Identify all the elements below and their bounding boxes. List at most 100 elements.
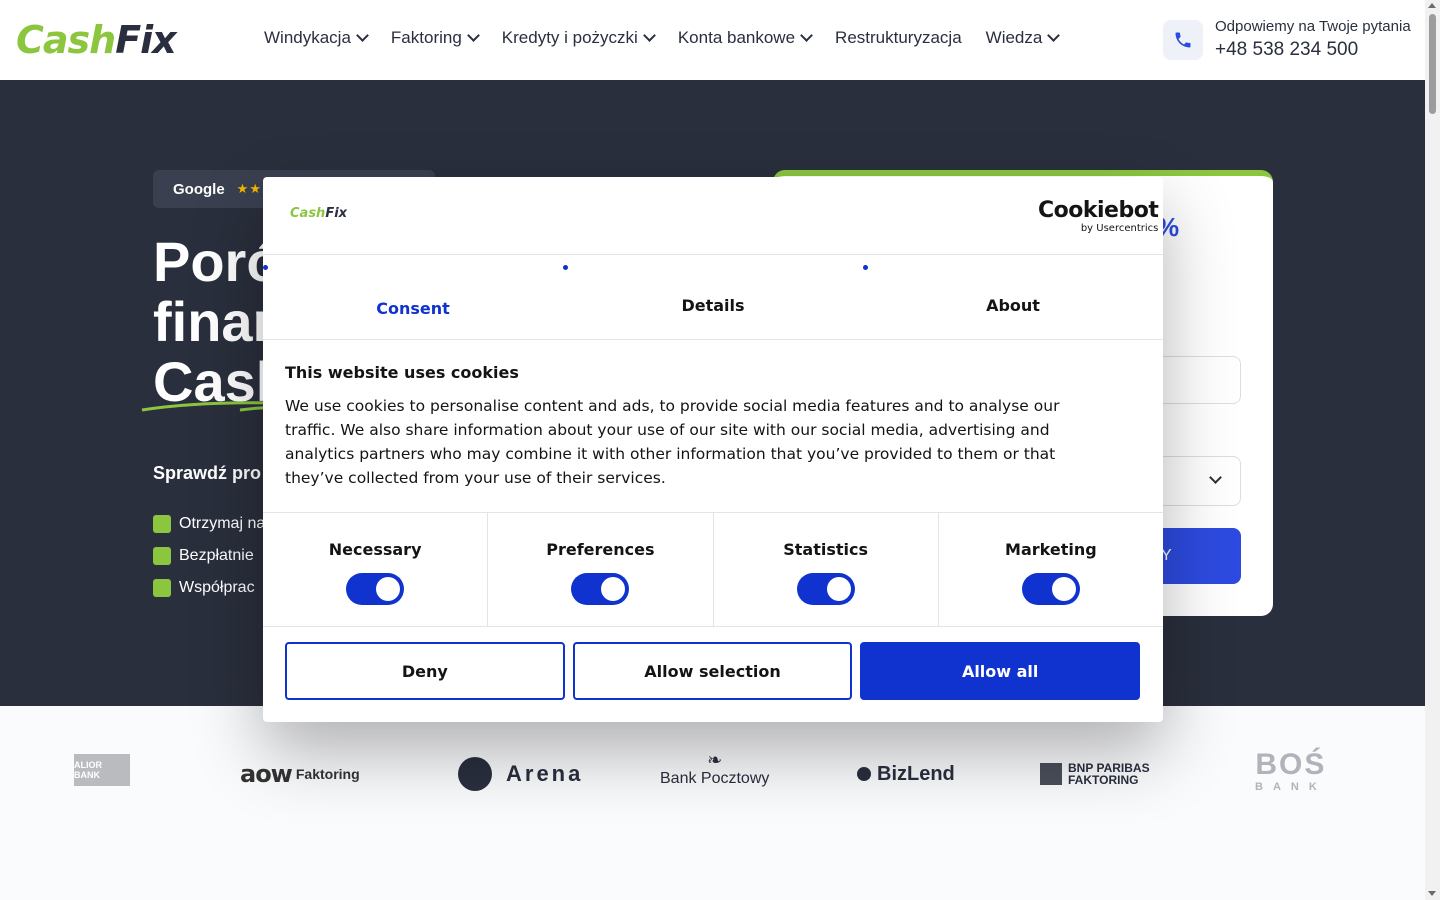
bos-bank-logo: BOŚ BANK [1255, 748, 1327, 794]
site-header: CashFix Windykacja Faktoring Kredyty i p… [0, 0, 1425, 80]
nav-item-faktoring[interactable]: Faktoring [390, 28, 480, 48]
toggle-group-preferences: Preferences [488, 513, 714, 626]
phone-icon-svg [1175, 32, 1191, 48]
tab-marker [563, 265, 568, 270]
benefit-text: Bezpłatnie [179, 547, 254, 564]
phone-icon[interactable] [1163, 20, 1203, 60]
nav-label: Kredyty i pożyczki [501, 28, 638, 47]
tab-label: Consent [376, 298, 450, 318]
title-underline-decoration [141, 401, 279, 412]
preferences-toggle[interactable] [571, 573, 630, 605]
allow-selection-button[interactable]: Allow selection [572, 642, 853, 700]
contact-phone-link[interactable]: +48 538 234 500 [1215, 37, 1411, 63]
tab-details[interactable]: Details [563, 255, 863, 339]
toggle-knob [1051, 577, 1076, 601]
aow-text: Faktoring [295, 766, 360, 782]
benefit-item: Współprac [153, 572, 265, 604]
bnp-icon [1040, 763, 1062, 785]
consent-toggles: Necessary Preferences Statistics Marketi… [263, 512, 1163, 627]
bos-sub: BANK [1255, 781, 1327, 793]
bizlend-icon [857, 767, 871, 781]
necessary-toggle[interactable] [346, 573, 405, 605]
toggle-group-necessary: Necessary [263, 513, 489, 626]
contact-question: Odpowiemy na Twoje pytania [1215, 18, 1411, 35]
tab-marker [263, 265, 268, 270]
arena-text: Arena [506, 761, 584, 786]
benefit-item: Bezpłatnie [153, 540, 265, 572]
toggle-label: Marketing [1005, 540, 1097, 559]
nav-item-kredyty[interactable]: Kredyty i pożyczki [501, 28, 656, 48]
allow-all-button[interactable]: Allow all [860, 642, 1141, 700]
hero-subtitle: Sprawdź pro [153, 463, 262, 483]
nav-label: Konta bankowe [677, 28, 796, 47]
site-logo[interactable]: CashFix [16, 18, 177, 62]
dialog-header: CashFix Cookiebot by Usercentrics [263, 177, 1163, 255]
tab-marker [863, 265, 868, 270]
nav-label: Faktoring [390, 28, 462, 47]
bnp-line2: FAKTORING [1068, 773, 1139, 787]
arena-inkaso-logo: Arena [458, 754, 583, 794]
dialog-body: This website uses cookies We use cookies… [285, 363, 1105, 490]
toggle-knob [826, 577, 851, 601]
chevron-down-icon [642, 29, 656, 42]
logo-cash: Cash [16, 18, 116, 62]
cookiebot-title: Cookiebot [1038, 198, 1159, 223]
hero-benefits-list: Otrzymaj na Bezpłatnie Współprac [153, 508, 265, 604]
tab-label: Details [681, 295, 745, 315]
alior-bank-logo: ALIOR BANK [74, 754, 130, 786]
chevron-down-icon [1047, 29, 1061, 42]
scroll-down-icon[interactable] [1428, 891, 1436, 896]
bank-pocztowy-text: Bank Pocztowy [660, 770, 770, 787]
logo-fix: Fix [115, 18, 176, 62]
benefit-text: Współprac [179, 579, 255, 596]
arena-icon [458, 757, 492, 791]
dialog-description: We use cookies to personalise content an… [285, 397, 1060, 487]
nav-label: Wiedza [985, 28, 1043, 47]
toggle-knob [601, 577, 626, 601]
toggle-label: Preferences [546, 540, 655, 559]
rocket-icon [153, 515, 171, 533]
cookiebot-by: by Usercentrics [1080, 223, 1159, 234]
bos-text: BOŚ [1255, 748, 1327, 781]
toggle-knob [376, 577, 401, 601]
toggle-group-marketing: Marketing [939, 513, 1163, 626]
nav-item-wiedza[interactable]: Wiedza [985, 28, 1061, 48]
money-icon [153, 547, 171, 565]
dialog-heading: This website uses cookies [285, 363, 519, 382]
dialog-buttons: Deny Allow selection Allow all [285, 642, 1141, 700]
statistics-toggle[interactable] [796, 573, 855, 605]
nav-item-konta-bankowe[interactable]: Konta bankowe [677, 28, 813, 48]
bird-icon: ❧ [707, 750, 723, 770]
nav-label: Windykacja [264, 28, 351, 47]
building-icon [153, 579, 171, 597]
partner-logos-strip: ALIOR BANK aow Faktoring Arena ❧ Bank Pocz… [0, 706, 1425, 900]
chevron-down-icon [1209, 471, 1222, 484]
chevron-down-icon [466, 29, 480, 42]
tab-label: About [986, 295, 1040, 315]
main-nav: Windykacja Faktoring Kredyty i pożyczki … [264, 28, 1061, 48]
chevron-down-icon [356, 29, 369, 42]
tab-about[interactable]: About [863, 255, 1163, 339]
dialog-logo-fix: Fix [325, 206, 348, 221]
dialog-tabs: Consent Details About [263, 255, 1163, 340]
tab-consent[interactable]: Consent [263, 255, 563, 339]
contact-info: Odpowiemy na Twoje pytania +48 538 234 5… [1215, 17, 1411, 63]
bizlend-logo: BizLend [857, 754, 955, 794]
chevron-down-icon [800, 29, 813, 42]
toggle-group-statistics: Statistics [714, 513, 939, 626]
nav-item-restrukturyzacja[interactable]: Restrukturyzacja [835, 28, 962, 48]
scrollbar-thumb[interactable] [1429, 14, 1436, 114]
toggle-label: Statistics [783, 540, 868, 559]
benefit-item: Otrzymaj na [153, 508, 265, 540]
nav-label: Restrukturyzacja [835, 28, 962, 47]
benefit-text: Otrzymaj na [179, 515, 266, 532]
nav-item-windykacja[interactable]: Windykacja [264, 28, 369, 48]
bank-pocztowy-logo: ❧ Bank Pocztowy [660, 750, 769, 790]
bnp-paribas-logo: BNP PARIBAS FAKTORING [1040, 754, 1150, 794]
marketing-toggle[interactable] [1021, 573, 1080, 605]
cookiebot-logo[interactable]: Cookiebot by Usercentrics [1038, 198, 1159, 235]
dialog-site-logo: CashFix [290, 206, 347, 221]
deny-button[interactable]: Deny [285, 642, 565, 700]
page-scrollbar[interactable] [1425, 0, 1440, 900]
scroll-up-icon[interactable] [1428, 3, 1436, 8]
